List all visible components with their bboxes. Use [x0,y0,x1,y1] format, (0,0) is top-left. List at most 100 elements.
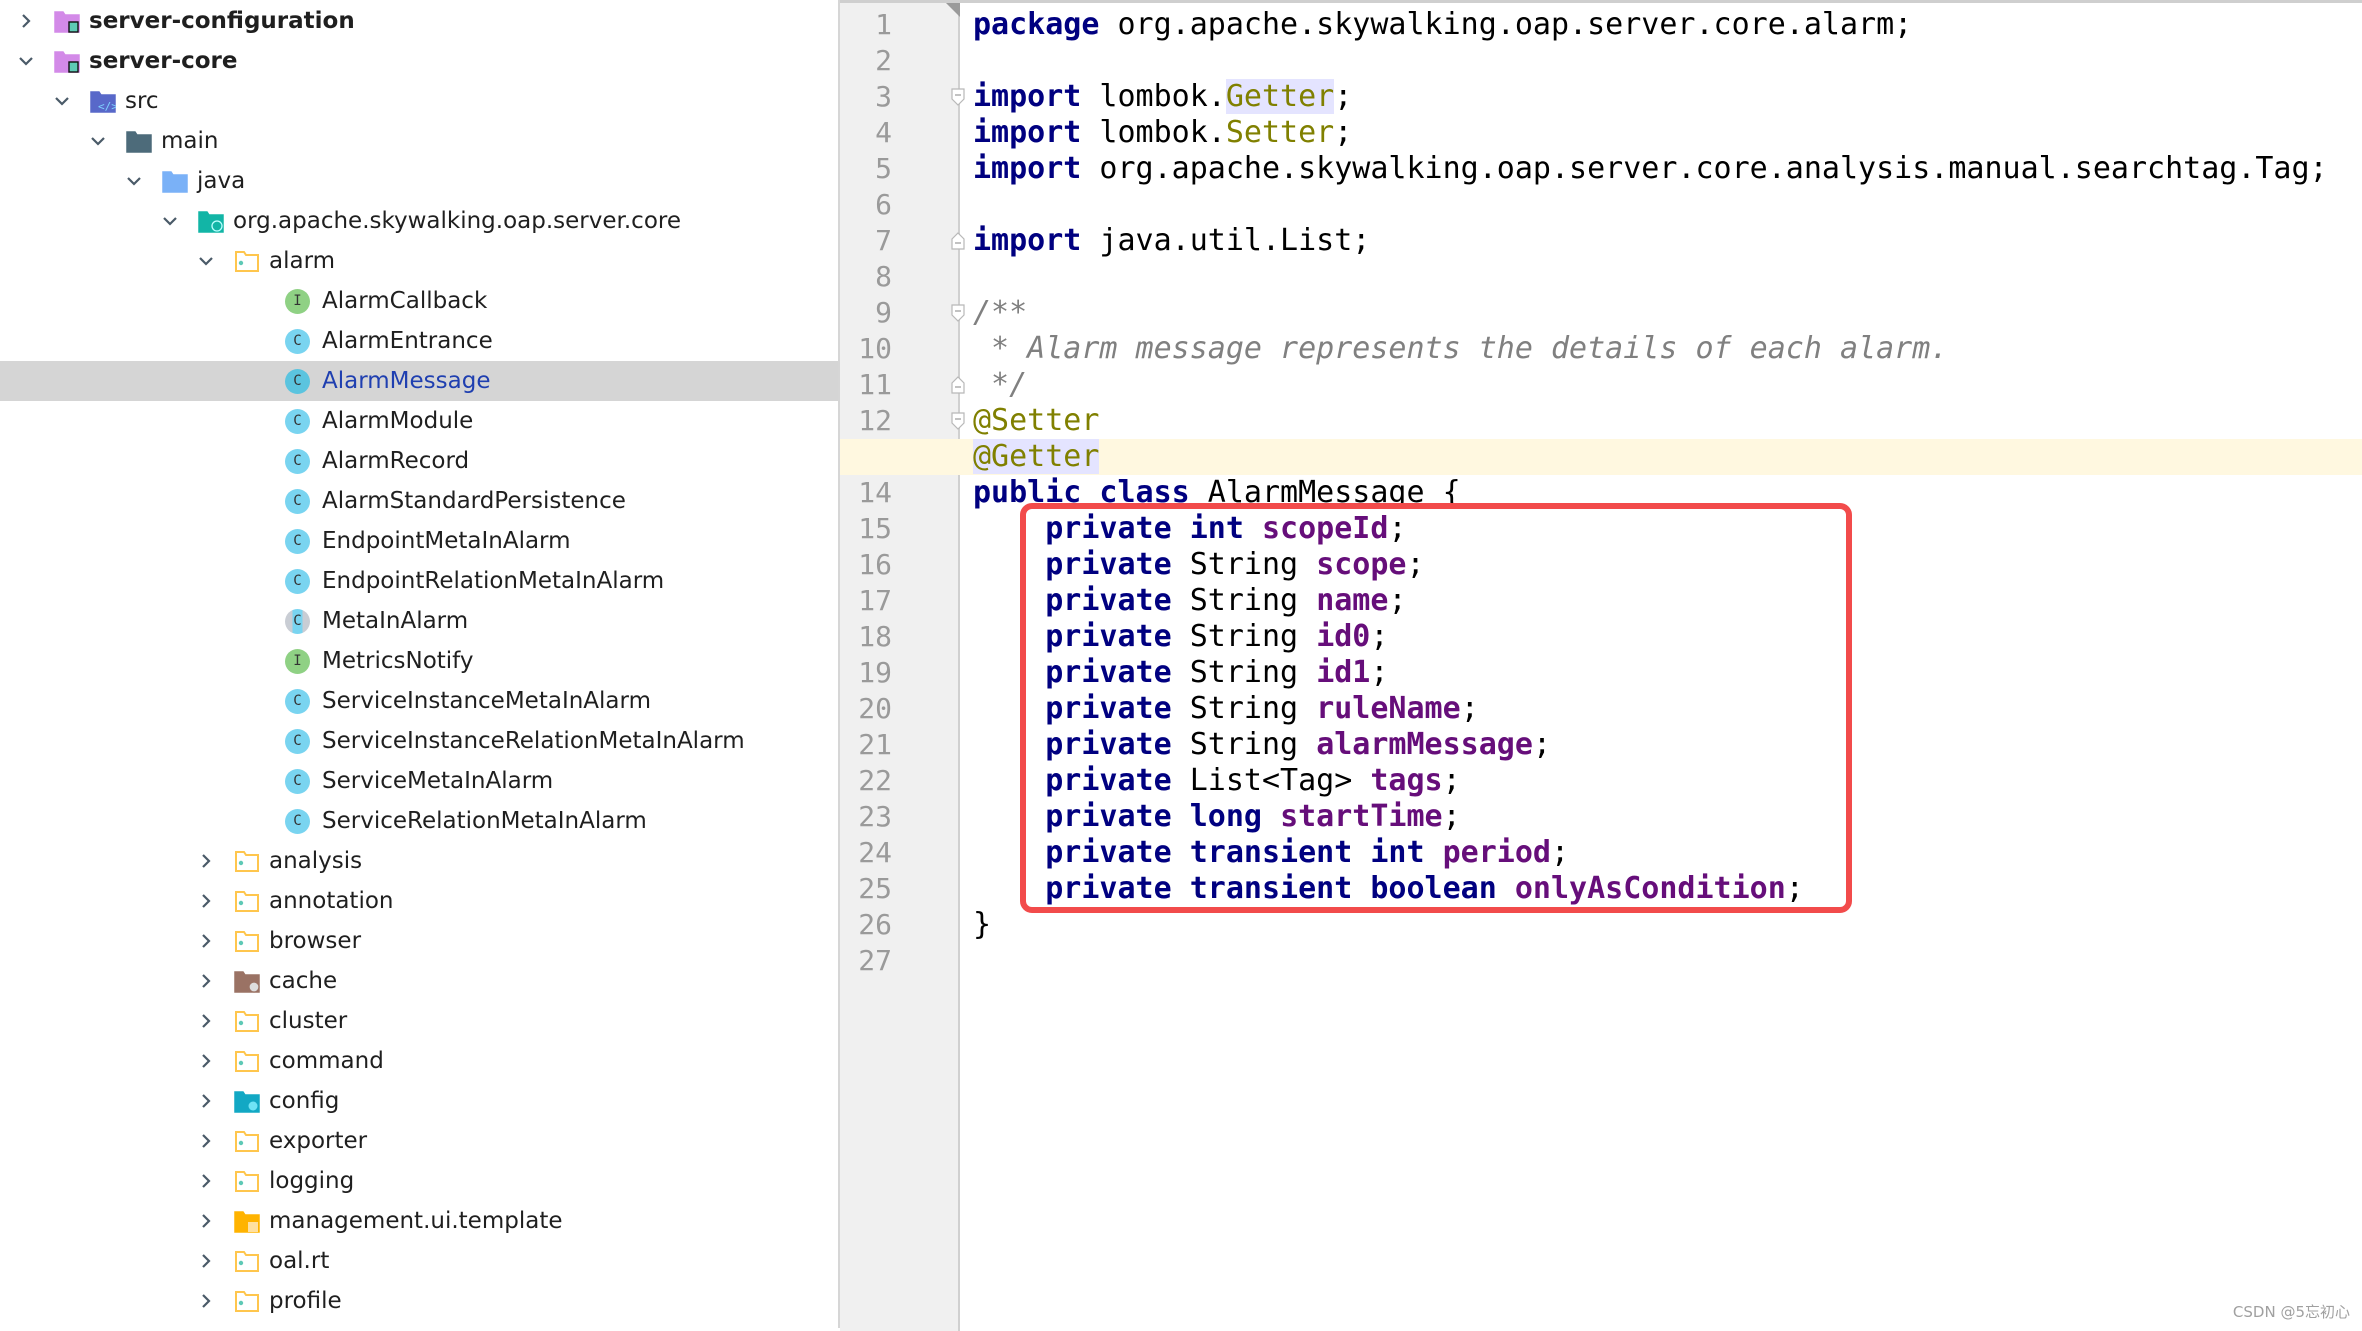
tree-item-alarm-entrance[interactable]: C AlarmEntrance [0,321,838,361]
tree-item-config[interactable]: config [0,1081,838,1121]
code-line[interactable]: /** [973,295,1027,331]
code-line[interactable]: private transient boolean onlyAsConditio… [973,871,1804,907]
tree-item-oal-rt[interactable]: oal.rt [0,1241,838,1281]
chevron-right-icon[interactable] [196,851,216,871]
tree-item-meta-in-alarm[interactable]: C MetaInAlarm [0,601,838,641]
code-line[interactable]: public class AlarmMessage { [973,475,1461,511]
tree-item-alarm-standard-persistence[interactable]: C AlarmStandardPersistence [0,481,838,521]
code-line[interactable]: private String name; [973,583,1406,619]
code-line[interactable]: private String scope; [973,547,1424,583]
code-line[interactable]: private int scopeId; [973,511,1406,547]
code-line[interactable]: */ [973,367,1027,403]
code-line[interactable]: } [973,907,991,943]
chevron-right-icon[interactable] [196,1211,216,1231]
chevron-down-icon[interactable] [16,51,36,71]
tree-item-service-relation-meta-in-alarm[interactable]: C ServiceRelationMetaInAlarm [0,801,838,841]
code-line[interactable]: private String alarmMessage; [973,727,1551,763]
tree-item-command[interactable]: command [0,1041,838,1081]
tree-item-server-core[interactable]: server-core [0,41,838,81]
line-number: 4 [875,116,892,149]
tree-item-analysis[interactable]: analysis [0,841,838,881]
code-line[interactable]: import org.apache.skywalking.oap.server.… [973,151,2328,187]
fold-end-icon[interactable] [951,376,965,394]
code-token: lombok. [1081,115,1226,150]
chevron-right-icon[interactable] [196,1171,216,1191]
code-line[interactable]: private long startTime; [973,799,1460,835]
blue-folder-icon [162,169,188,193]
fold-start-icon[interactable] [951,304,965,322]
tree-item-cache[interactable]: cache [0,961,838,1001]
code-line[interactable]: @Setter [973,403,1099,439]
code-line[interactable]: import java.util.List; [973,223,1370,259]
code-line[interactable]: private String id0; [973,619,1388,655]
code-line[interactable]: private String id1; [973,655,1388,691]
code-line[interactable]: private transient int period; [973,835,1569,871]
tree-item-org-apache-skywalking-oap-server-core[interactable]: org.apache.skywalking.oap.server.core [0,201,838,241]
chevron-right-icon[interactable] [196,891,216,911]
code-line[interactable]: private List<Tag> tags; [973,763,1460,799]
line-number: 8 [875,260,892,293]
chevron-down-icon[interactable] [160,211,180,231]
tree-item-main[interactable]: main [0,121,838,161]
tree-item-endpoint-relation-meta-in-alarm[interactable]: C EndpointRelationMetaInAlarm [0,561,838,601]
tree-item-src[interactable]: </> src [0,81,838,121]
tree-item-browser[interactable]: browser [0,921,838,961]
chevron-down-icon[interactable] [196,251,216,271]
tree-item-server-configuration[interactable]: server-configuration [0,1,838,41]
code-editor[interactable]: 1234567891011121314151617181920212223242… [840,0,2362,1331]
tree-item-alarm[interactable]: alarm [0,241,838,281]
chevron-down-icon[interactable] [124,171,144,191]
code-line[interactable]: import lombok.Getter; [973,79,1352,115]
tree-item-profile[interactable]: profile [0,1281,838,1321]
chevron-right-icon[interactable] [196,1091,216,1111]
chevron-right-icon[interactable] [196,1011,216,1031]
package-folder-icon [234,249,260,273]
code-token: private [1045,727,1172,762]
tree-item-service-meta-in-alarm[interactable]: C ServiceMetaInAlarm [0,761,838,801]
chevron-right-icon[interactable] [196,1291,216,1311]
chevron-right-icon[interactable] [196,971,216,991]
tree-item-cluster[interactable]: cluster [0,1001,838,1041]
chevron-right-icon[interactable] [16,11,36,31]
code-token: } [973,907,992,942]
code-line[interactable]: @Getter [973,439,1100,475]
fold-start-icon[interactable] [951,88,965,106]
code-line[interactable]: * Alarm message represents the details o… [973,331,1948,367]
tree-item-label: AlarmModule [322,408,474,434]
tree-item-logging[interactable]: logging [0,1161,838,1201]
code-token: private long [1045,799,1262,834]
chevron-right-icon[interactable] [196,931,216,951]
tree-item-service-instance-meta-in-alarm[interactable]: C ServiceInstanceMetaInAlarm [0,681,838,721]
line-number: 5 [875,152,892,185]
tree-item-alarm-module[interactable]: C AlarmModule [0,401,838,441]
code-token: startTime [1280,799,1443,834]
chevron-down-icon[interactable] [88,131,108,151]
tree-item-java[interactable]: java [0,161,838,201]
chevron-right-icon[interactable] [196,1051,216,1071]
fold-start-icon[interactable] [951,412,965,430]
tree-item-alarm-callback[interactable]: I AlarmCallback [0,281,838,321]
chevron-right-icon[interactable] [196,1131,216,1151]
code-line[interactable]: private String ruleName; [973,691,1479,727]
code-line[interactable]: import lombok.Setter; [973,115,1352,151]
tree-item-annotation[interactable]: annotation [0,881,838,921]
tree-item-management-ui-template[interactable]: management.ui.template [0,1201,838,1241]
code-line[interactable]: package org.apache.skywalking.oap.server… [973,7,1912,43]
template-folder-icon [234,1209,260,1233]
tree-item-service-instance-relation-meta-in-alarm[interactable]: C ServiceInstanceRelationMetaInAlarm [0,721,838,761]
module-folder-icon [54,49,80,73]
chevron-down-icon[interactable] [52,91,72,111]
chevron-right-icon[interactable] [196,1251,216,1271]
tree-item-metrics-notify[interactable]: I MetricsNotify [0,641,838,681]
tree-item-alarm-message[interactable]: C AlarmMessage [0,361,838,401]
tree-item-exporter[interactable]: exporter [0,1121,838,1161]
tree-item-endpoint-meta-in-alarm[interactable]: C EndpointMetaInAlarm [0,521,838,561]
fold-end-icon[interactable] [951,232,965,250]
tree-item-alarm-record[interactable]: C AlarmRecord [0,441,838,481]
line-number-gutter: 1234567891011121314151617181920212223242… [840,3,965,1331]
